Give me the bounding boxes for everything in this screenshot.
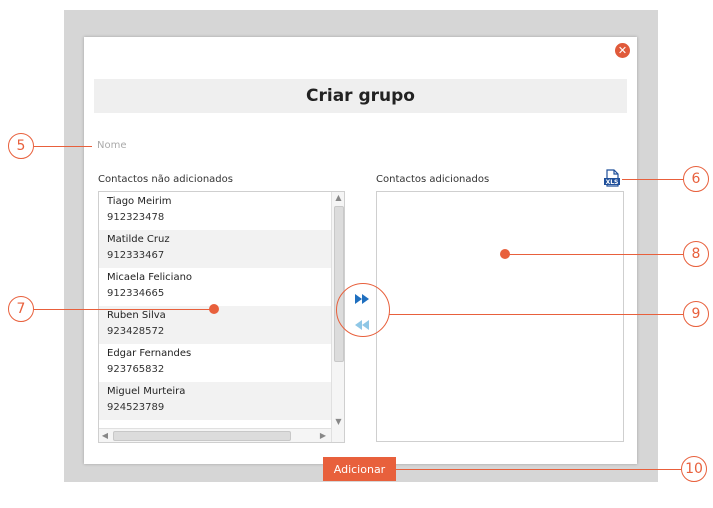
vertical-scroll-thumb[interactable] (334, 206, 344, 362)
right-list-label: Contactos adicionados (376, 174, 490, 185)
contact-name: Tiago Meirim (107, 196, 172, 207)
callout-7-dot (209, 304, 219, 314)
callout-10-line (396, 469, 681, 470)
callout-9-ring (336, 283, 390, 337)
left-list-label: Contactos não adicionados (98, 174, 233, 185)
callout-7-line (34, 309, 214, 310)
callout-7: 7 (8, 296, 34, 322)
callout-8-line (505, 254, 683, 255)
contact-name: Matilde Cruz (107, 234, 170, 245)
contact-phone: 923765832 (107, 364, 165, 375)
list-item[interactable]: Matilde Cruz 912333467 (99, 230, 331, 268)
callout-8-dot (500, 249, 510, 259)
scroll-up-icon[interactable]: ▲ (332, 192, 344, 204)
horizontal-scroll-thumb[interactable] (113, 431, 291, 441)
list-item[interactable]: Miguel Murteira 924523789 (99, 382, 331, 420)
list-item[interactable]: Micaela Feliciano 912334665 (99, 268, 331, 306)
callout-10: 10 (681, 456, 707, 482)
contact-phone: 912323478 (107, 212, 165, 223)
list-item[interactable]: Tiago Meirim 912323478 (99, 192, 331, 230)
callout-8: 8 (683, 241, 709, 267)
callout-6-line (622, 179, 683, 180)
scroll-left-icon[interactable]: ◀ (99, 429, 111, 442)
dialog-title: Criar grupo (306, 86, 415, 106)
contact-phone: 912334665 (107, 288, 165, 299)
available-contacts-list[interactable]: Tiago Meirim 912323478 Matilde Cruz 9123… (98, 191, 345, 443)
xls-label: XLS (606, 179, 619, 186)
group-name-input[interactable] (94, 136, 400, 154)
callout-9: 9 (683, 301, 709, 327)
scroll-right-icon[interactable]: ▶ (317, 429, 329, 442)
add-button[interactable]: Adicionar (323, 457, 396, 481)
callout-5-line (34, 146, 92, 147)
contact-name: Edgar Fernandes (107, 348, 192, 359)
close-icon[interactable]: ✕ (615, 43, 630, 58)
contact-phone: 924523789 (107, 402, 165, 413)
contact-name: Miguel Murteira (107, 386, 186, 397)
dialog-header: Criar grupo (94, 79, 627, 113)
contact-phone: 912333467 (107, 250, 165, 261)
callout-5: 5 (8, 133, 34, 159)
contact-name: Ruben Silva (107, 310, 166, 321)
callout-9-line (389, 314, 683, 315)
list-item[interactable]: Edgar Fernandes 923765832 (99, 344, 331, 382)
contact-name: Micaela Feliciano (107, 272, 193, 283)
xls-import-icon[interactable]: XLS (603, 169, 621, 187)
callout-6: 6 (683, 166, 709, 192)
added-contacts-list[interactable] (376, 191, 624, 442)
contact-phone: 923428572 (107, 326, 165, 337)
scroll-down-icon[interactable]: ▼ (332, 416, 344, 428)
horizontal-scrollbar[interactable]: ◀ ▶ (99, 428, 331, 442)
